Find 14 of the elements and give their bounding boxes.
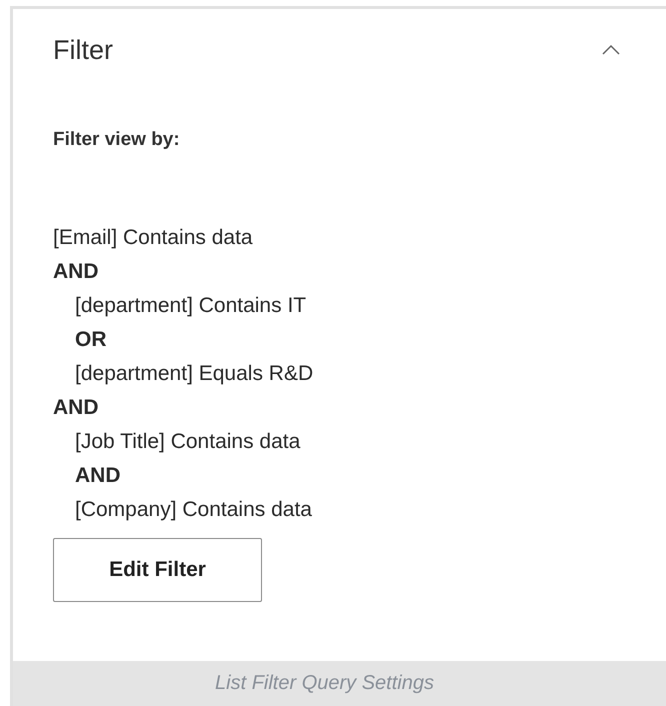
filter-condition: [Company] Contains data bbox=[75, 497, 312, 523]
filter-condition: [Email] Contains data bbox=[53, 225, 253, 251]
logic-operator: AND bbox=[75, 463, 120, 489]
edit-filter-button[interactable]: Edit Filter bbox=[53, 538, 262, 602]
logic-operator: AND bbox=[53, 259, 98, 285]
filter-condition: [Job Title] Contains data bbox=[75, 429, 300, 455]
panel-title: Filter bbox=[53, 35, 113, 65]
filter-condition: [department] Contains IT bbox=[75, 293, 306, 319]
chevron-icon[interactable] bbox=[602, 44, 620, 56]
logic-operator: AND bbox=[53, 395, 98, 421]
caption: List Filter Query Settings bbox=[215, 672, 434, 695]
section-heading: Filter view by: bbox=[53, 128, 180, 152]
filter-condition: [department] Equals R&D bbox=[75, 361, 314, 387]
logic-operator: OR bbox=[75, 327, 106, 353]
